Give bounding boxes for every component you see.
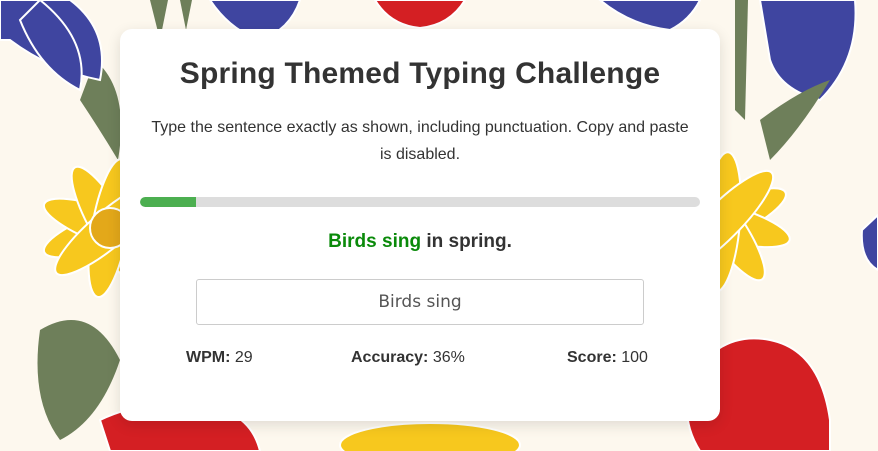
target-sentence: Birds sing in spring. [120, 231, 720, 253]
wpm-value: 29 [234, 349, 253, 366]
score-value: 100 [621, 349, 648, 366]
wpm-label: WPM: [186, 349, 231, 366]
typed-portion: Birds sing [328, 231, 422, 252]
score-stat: Score: 100 [567, 349, 648, 367]
accuracy-label: Accuracy: [351, 349, 429, 366]
wpm-stat: WPM: 29 [186, 349, 253, 367]
typing-input[interactable] [196, 279, 644, 325]
remaining-portion: in spring. [421, 231, 512, 252]
accuracy-stat: Accuracy: 36% [351, 349, 465, 367]
accuracy-value: 36% [432, 349, 465, 366]
instructions-text: Type the sentence exactly as shown, incl… [151, 119, 689, 163]
challenge-card: Spring Themed Typing Challenge Type the … [120, 29, 720, 421]
page-title: Spring Themed Typing Challenge [179, 57, 661, 90]
score-label: Score: [567, 349, 617, 366]
progress-bar-fill [140, 197, 196, 207]
progress-bar [140, 197, 700, 207]
